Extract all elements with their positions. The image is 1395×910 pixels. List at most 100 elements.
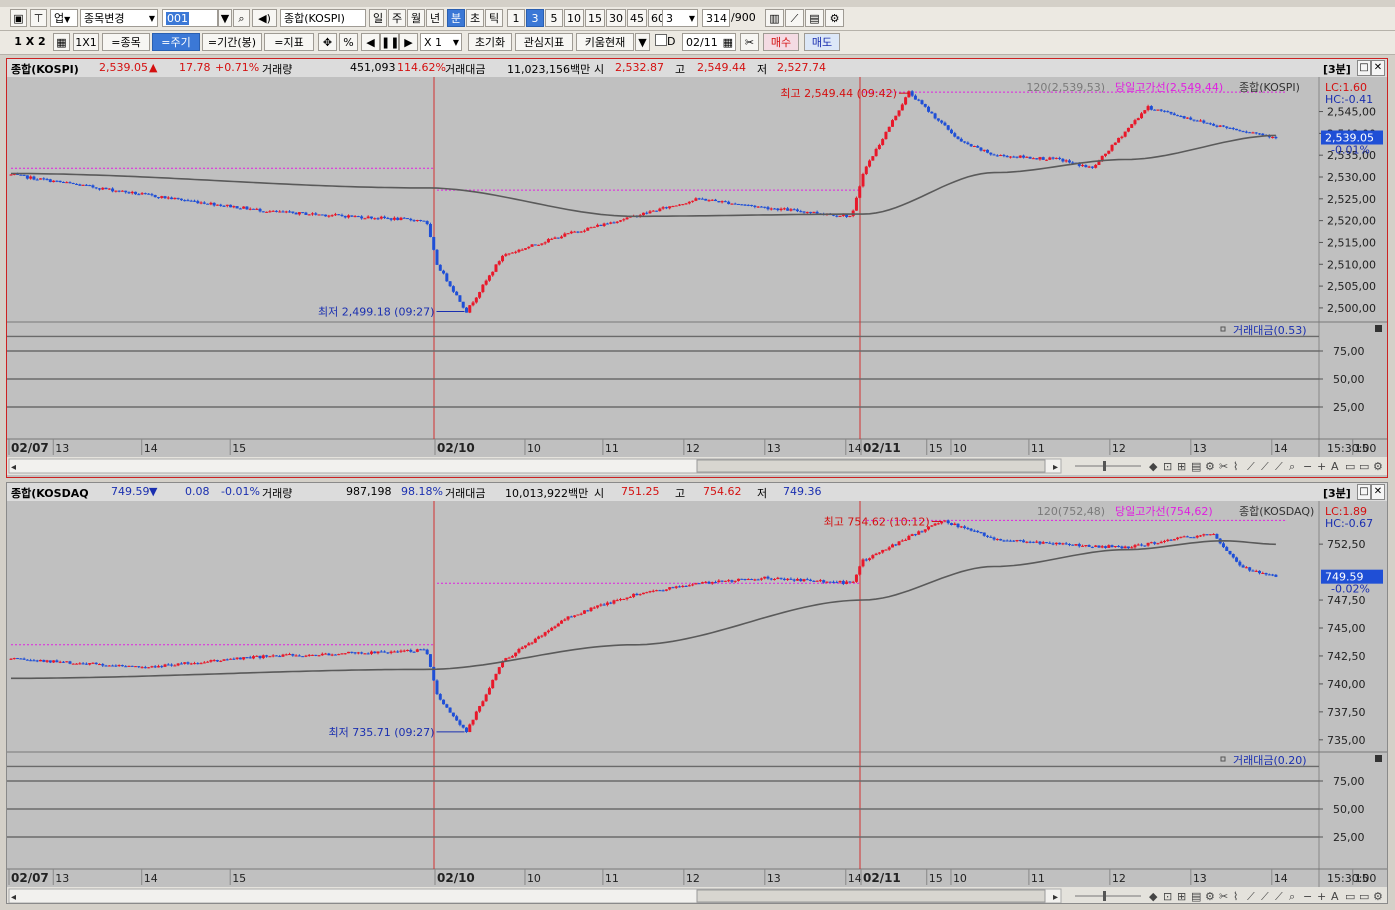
- minute-3[interactable]: 3: [526, 9, 544, 27]
- count-select[interactable]: 3 ▼: [662, 9, 698, 27]
- sell-button[interactable]: 매도: [804, 33, 840, 51]
- candle-body: [396, 217, 400, 221]
- item-button[interactable]: =종목: [102, 33, 150, 51]
- speaker-icon[interactable]: ◀): [252, 9, 277, 27]
- candle-body: [1051, 157, 1055, 159]
- period-minute[interactable]: 분: [447, 9, 465, 27]
- minute-15[interactable]: 15: [585, 9, 605, 27]
- candle-body: [196, 663, 200, 665]
- candle-body: [1153, 109, 1157, 111]
- close-icon[interactable]: ✕: [1371, 484, 1385, 500]
- close-icon[interactable]: ✕: [1371, 60, 1385, 76]
- pause-icon[interactable]: ❚❚: [380, 33, 399, 51]
- candle-body: [1199, 120, 1203, 122]
- candle-body: [1094, 545, 1098, 547]
- candle-body: [307, 214, 311, 216]
- candle-body: [94, 662, 98, 665]
- interest-indicator-button[interactable]: 관심지표: [515, 33, 573, 51]
- move-icon[interactable]: ✥: [318, 33, 337, 51]
- index-name-field[interactable]: 종합(KOSPI): [280, 9, 366, 27]
- scissors-icon[interactable]: ✂: [740, 33, 759, 51]
- candle-body: [317, 214, 321, 216]
- high-line-label: 당일고가선(754,62): [1115, 504, 1213, 518]
- minute-30[interactable]: 30: [606, 9, 626, 27]
- candle-body: [238, 208, 242, 210]
- candle-body: [671, 587, 675, 589]
- change-item-select[interactable]: 종목변경 ▼: [80, 9, 158, 27]
- candle-body: [1110, 144, 1114, 151]
- chart-tool-icon: ⟋: [1247, 890, 1255, 903]
- candle-body: [1156, 109, 1160, 111]
- minute-45[interactable]: 45: [627, 9, 647, 27]
- save-icon[interactable]: ▤: [805, 9, 824, 27]
- candle-body: [651, 590, 655, 592]
- high-annotation: 최고 754.62 (10:12): [824, 515, 930, 528]
- period-button[interactable]: =주기: [152, 33, 200, 51]
- candle-body: [117, 190, 121, 192]
- kosdaq-chart-panel: 종합(KOSDAQ 749.59 ▼ 0.08 -0.01% 거래량 987,1…: [6, 482, 1388, 904]
- candle-body: [48, 179, 52, 183]
- reset-button[interactable]: 초기화: [468, 33, 512, 51]
- period-week[interactable]: 주: [388, 9, 406, 27]
- prev-icon[interactable]: ◀: [361, 33, 380, 51]
- range-button[interactable]: =기간(봉): [202, 33, 262, 51]
- search-icon[interactable]: ⌕: [233, 9, 250, 27]
- kosdaq-chart-svg[interactable]: 752,50 747,50 745,00 742,50 740,00 737,50 735,…: [7, 501, 1387, 903]
- date-input[interactable]: 02/11 ▦: [682, 33, 736, 51]
- candle-body: [746, 579, 750, 581]
- candle-body: [464, 727, 468, 733]
- maximize-icon[interactable]: □: [1357, 60, 1371, 76]
- candle-body: [75, 183, 79, 185]
- candle-body: [1182, 116, 1186, 119]
- chart-tool-icon: ✂: [1219, 460, 1228, 473]
- layout-1x1[interactable]: 1X1: [73, 33, 99, 51]
- candle-body: [956, 136, 960, 139]
- dropdown-icon: ▼: [64, 15, 71, 24]
- chart-tool-icon: ▭: [1359, 460, 1369, 473]
- y-tick-label: 2,545,00: [1327, 106, 1376, 119]
- period-year[interactable]: 년: [426, 9, 444, 27]
- candle-body: [877, 144, 881, 150]
- period-day[interactable]: 일: [369, 9, 387, 27]
- candle-body: [199, 663, 203, 665]
- kospi-chart-svg[interactable]: 2,545,002,540,002,535,002,530,002,525,00…: [7, 77, 1387, 477]
- indicator-button[interactable]: =지표: [264, 33, 314, 51]
- dropdown-icon[interactable]: ▼: [218, 9, 232, 27]
- pin-icon[interactable]: ⊤: [30, 9, 47, 27]
- period-tick[interactable]: 틱: [485, 9, 503, 27]
- candle-body: [887, 547, 891, 550]
- volume-value: 987,198: [346, 485, 392, 498]
- gear-icon[interactable]: ⚙: [825, 9, 844, 27]
- code-input[interactable]: 001: [162, 9, 218, 27]
- grid-icon[interactable]: ▦: [53, 33, 70, 51]
- candle-body: [12, 658, 16, 660]
- candle-tool-icon[interactable]: ▥: [765, 9, 784, 27]
- window-icon[interactable]: ▣: [10, 9, 27, 27]
- minute-5[interactable]: 5: [545, 9, 563, 27]
- count-input[interactable]: 314: [702, 9, 730, 27]
- candle-body: [615, 600, 619, 602]
- dropdown-icon[interactable]: ▼: [635, 33, 650, 51]
- percent-icon[interactable]: %: [339, 33, 358, 51]
- zoom-select[interactable]: X 1 ▼: [420, 33, 462, 51]
- maximize-icon[interactable]: □: [1357, 484, 1371, 500]
- candle-body: [1126, 546, 1130, 549]
- legend-label: 종합(KOSDAQ): [1239, 505, 1314, 518]
- kiwoom-current-button[interactable]: 키움현재: [576, 33, 634, 51]
- market-select[interactable]: 업▼: [50, 9, 78, 27]
- minute-1[interactable]: 1: [507, 9, 525, 27]
- layout-1x2[interactable]: 1 X 2: [10, 33, 50, 51]
- y-tick-label: 2,500,00: [1327, 302, 1376, 315]
- minute-10[interactable]: 10: [564, 9, 584, 27]
- d-checkbox[interactable]: D: [655, 33, 681, 51]
- candle-body: [389, 218, 393, 220]
- period-month[interactable]: 월: [407, 9, 425, 27]
- next-icon[interactable]: ▶: [399, 33, 418, 51]
- candle-body: [550, 238, 554, 240]
- candle-body: [65, 182, 69, 184]
- candle-body: [29, 660, 33, 662]
- line-tool-icon[interactable]: ⟋: [785, 9, 804, 27]
- candle-body: [884, 549, 888, 551]
- buy-button[interactable]: 매수: [763, 33, 799, 51]
- period-second[interactable]: 초: [466, 9, 484, 27]
